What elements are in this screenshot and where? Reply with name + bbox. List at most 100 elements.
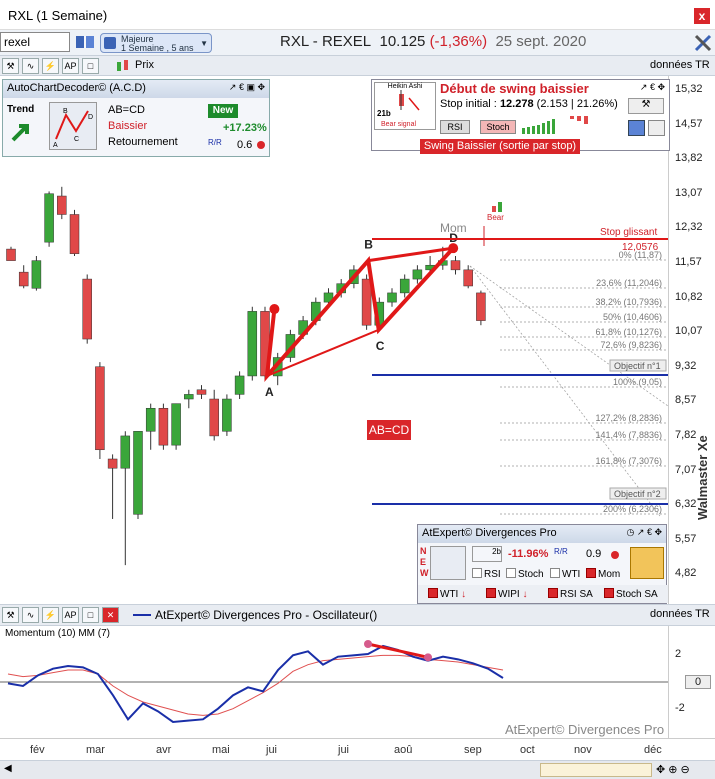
div-mini-chart[interactable]: 2b [472,546,502,562]
check-rsi-sa[interactable]: RSI SA [548,588,593,600]
quote-change: (-1,36%) [429,33,488,50]
fib-label: 23,6% (11,2046) [596,278,662,288]
signal-line [7,654,504,716]
new-badge: New [208,104,238,118]
fib-label: 0% (11,87) [619,250,662,260]
candle-body [31,260,42,289]
fib-label: 50% (10,4606) [603,312,662,322]
pattern-direction: Baissier [108,120,148,132]
candle-body [247,311,258,377]
abcd-ac-line [266,328,380,377]
candle-body [463,269,473,287]
check-wipi[interactable]: WIPI ↓ [486,588,527,600]
heikin-thumbnail[interactable]: Heikin Ashi 21b Bear signal [374,82,436,130]
check-mom[interactable]: Mom [586,568,620,580]
x-tick-label: mai [212,744,230,756]
swing-header-buttons[interactable]: ↗ € ✥ [640,82,665,93]
alert-icon[interactable]: AP [62,607,79,623]
check-rsi[interactable]: RSI [472,568,501,580]
window-icon[interactable]: □ [82,607,99,623]
x-tick-label: jui [266,744,278,756]
candle-body [107,458,118,469]
candle-body [44,193,54,243]
candle-body [18,271,29,287]
cross-icon[interactable] [628,120,645,136]
osc-watermark: AtExpert© Divergences Pro [505,722,665,737]
symbol-input[interactable]: rexel [0,32,70,52]
bell-icon[interactable] [630,547,664,579]
alert-icon[interactable]: AP [62,58,79,74]
stoch-button[interactable]: Stoch [480,120,516,134]
period-selector[interactable]: Majeure 1 Semaine , 5 ans ▼ [100,33,212,53]
pattern-start-point [269,304,280,315]
y-tick-label: 10,82 [675,290,703,303]
status-dot [611,551,619,559]
news-thumbnail[interactable] [430,546,466,580]
scrollbar-thumb[interactable] [540,763,652,777]
scroll-left-icon[interactable]: ◀ [4,763,12,774]
osc-axis: 2 0 -2 [668,626,715,738]
candle-body [387,292,397,303]
mini-d: D [88,114,93,121]
signal-icon[interactable]: ⚡ [42,607,59,623]
candle-body [450,260,461,271]
acd-header-buttons[interactable]: ↗ € ▣ ✥ [229,82,265,93]
check-wti-sa[interactable]: WTI ↓ [428,588,466,600]
data-source-label: données TR [650,59,710,71]
fib-label: 200% (6,2306) [603,504,662,514]
book-icon[interactable] [75,34,95,50]
fib-label: 141,4% (7,8836) [595,430,662,440]
check-stoch-sa[interactable]: Stoch SA [604,588,658,600]
candle-body [222,398,232,432]
bear-label: Bear [487,213,504,222]
period-line-2: 1 Semaine , 5 ans [121,43,194,53]
brand-watermark: Walmaster Xe [695,435,710,520]
bear-candle [498,202,502,212]
indicator-icon[interactable]: ∿ [22,607,39,623]
chevron-down-icon: ▼ [200,39,208,48]
rsi-button[interactable]: RSI [440,120,470,134]
candle-body [412,269,423,280]
tools-icon[interactable]: ⚒ [2,607,19,623]
chart-icon[interactable] [648,120,665,136]
remove-icon[interactable]: ✕ [102,607,119,623]
candle-body [145,407,156,432]
mini-c: C [74,136,79,143]
check-stoch[interactable]: Stoch [506,568,544,580]
trend-up-icon [11,124,29,142]
title-bar: RXL (1 Semaine) x [0,0,715,30]
window-icon[interactable]: □ [82,58,99,74]
x-tick-label: sep [464,744,482,756]
y-tick-label: 14,57 [675,117,703,130]
signal-icon[interactable]: ⚡ [42,58,59,74]
stop-glissant-label: Stop glissant [600,227,657,238]
swing-banner: Swing Baissier (sortie par stop) [420,139,580,154]
mom-label: Mom [440,221,467,235]
y-tick-label: 8,57 [675,394,697,407]
divergence-point-2 [424,653,432,662]
pattern-type: Retournement [108,136,178,148]
div-header-buttons[interactable]: ◷ ↗ € ✥ [627,527,662,538]
candle-icon[interactable] [115,58,131,74]
tools-icon[interactable]: ⚒ [2,58,19,74]
momentum-label: Momentum (10) MM (7) [5,628,111,639]
fib-label: 38,2% (10,7936) [595,297,662,307]
rr-icon: R/R [208,138,222,147]
tools-icon[interactable] [694,34,712,52]
hammer-icon[interactable]: ⚒ [628,98,664,114]
heikin-signal: Bear signal [381,121,417,128]
mini-b: B [63,108,68,115]
check-wti[interactable]: WTI [550,568,580,580]
zoom-icons[interactable]: ✥ ⊕ ⊖ [656,763,690,776]
bear-candle-red [492,206,496,212]
pattern-thumbnail[interactable]: A B C D [49,102,97,150]
x-tick-label: aoû [394,744,413,756]
quote-header: RXL - REXEL 10.125 (-1,36%) 25 sept. 202… [280,33,586,50]
mini-a: A [53,142,58,149]
indicator-icon[interactable]: ∿ [22,58,39,74]
candle-body [6,248,16,261]
point-label-b: B [364,238,373,252]
x-tick-label: jui [338,744,350,756]
oscillator-title: AtExpert© Divergences Pro - Oscillateur(… [155,608,378,622]
close-button[interactable]: x [694,8,710,24]
